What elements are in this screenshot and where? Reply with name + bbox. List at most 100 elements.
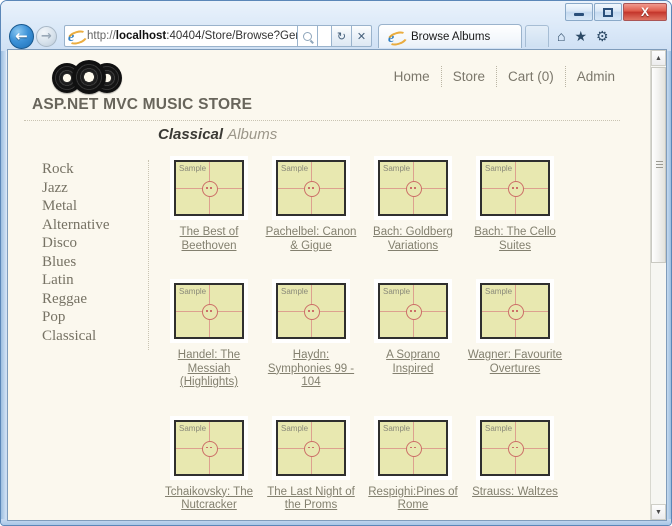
address-dropdown-button[interactable] (318, 25, 332, 47)
placeholder-caption: Sample (383, 423, 411, 433)
album-item: Sample The Best of Beethoven (159, 156, 259, 253)
address-search-button[interactable] (298, 25, 318, 47)
url-path: :40404/Store/Browse?Genre=Classical (166, 30, 297, 42)
nav-item-home[interactable]: Home (388, 66, 442, 87)
placeholder-caption: Sample (281, 164, 309, 173)
sidebar-item-metal[interactable]: Metal (42, 197, 140, 216)
album-thumbnail[interactable]: Sample (374, 156, 452, 220)
minimize-icon (574, 13, 584, 16)
sidebar-item-rock[interactable]: Rock (42, 160, 140, 179)
new-tab-button[interactable] (525, 25, 549, 47)
close-button[interactable]: X (623, 3, 667, 21)
album-title-link[interactable]: Handel: The Messiah (Highlights) (159, 349, 259, 390)
album-title-link[interactable]: A Soprano Inspired (363, 349, 463, 376)
window-controls: X (564, 3, 667, 21)
nav-item-store[interactable]: Store (442, 66, 497, 87)
nav-item-admin[interactable]: Admin (566, 66, 617, 87)
refresh-button[interactable]: ↻ (332, 25, 352, 47)
album-thumbnail[interactable]: Sample (374, 279, 452, 343)
gear-icon[interactable]: ⚙ (596, 29, 609, 43)
list-item: Reggae (42, 290, 140, 309)
album-thumbnail[interactable]: Sample (374, 415, 452, 480)
list-item: Alternative (42, 216, 140, 235)
album-thumbnail[interactable]: Sample (272, 279, 350, 343)
sidebar-item-alternative[interactable]: Alternative (42, 216, 140, 235)
placeholder-image-icon: Sample (174, 283, 244, 339)
forward-button[interactable]: → (36, 25, 57, 47)
album-thumbnail[interactable]: Sample (476, 156, 554, 220)
sidebar-item-jazz[interactable]: Jazz (42, 179, 140, 198)
album-thumbnail[interactable]: Sample (476, 279, 554, 343)
list-item: Latin (42, 271, 140, 290)
placeholder-image-icon: Sample (378, 283, 448, 339)
album-thumbnail[interactable]: Sample (272, 415, 350, 480)
placeholder-caption: Sample (281, 287, 309, 296)
scrollbar-thumb[interactable] (651, 67, 666, 263)
list-item: Jazz (42, 179, 140, 198)
address-bar[interactable]: e http://localhost:40404/Store/Browse?Ge… (64, 25, 298, 47)
list-item: Classical (42, 327, 140, 346)
album-item: Sample Strauss: Waltzes (465, 415, 565, 513)
album-title-link[interactable]: The Last Night of the Proms (261, 486, 361, 513)
placeholder-caption: Sample (383, 164, 411, 173)
web-page: ASP.NET MVC MUSIC STORE Home Store Cart … (8, 50, 651, 520)
browser-navigation-bar: ← → e http://localhost:40404/Store/Brows… (9, 23, 665, 49)
vinyl-records-logo-icon[interactable] (52, 60, 126, 94)
album-thumbnail[interactable]: Sample (272, 156, 350, 220)
sidebar-item-blues[interactable]: Blues (42, 253, 140, 272)
scroll-down-button[interactable]: ▼ (651, 504, 666, 520)
album-item: Sample Tchaikovsky: The Nutcracker (159, 415, 259, 513)
search-icon (303, 31, 312, 41)
minimize-button[interactable] (565, 3, 593, 21)
site-navigation: Home Store Cart (0) Admin (388, 66, 617, 87)
album-title-link[interactable]: Haydn: Symphonies 99 - 104 (261, 349, 361, 390)
placeholder-image-icon: Sample (174, 160, 244, 216)
close-icon: X (640, 5, 649, 19)
sidebar-item-pop[interactable]: Pop (42, 308, 140, 327)
album-thumbnail[interactable]: Sample (170, 279, 248, 343)
sidebar-item-classical[interactable]: Classical (42, 327, 140, 346)
vertical-scrollbar[interactable]: ▲ ▼ (650, 50, 666, 520)
sidebar-item-disco[interactable]: Disco (42, 234, 140, 253)
album-thumbnail[interactable]: Sample (170, 156, 248, 220)
album-title-link[interactable]: Strauss: Waltzes (465, 486, 565, 500)
album-item: Sample Handel: The Messiah (Highlights) (159, 279, 259, 390)
maximize-button[interactable] (594, 3, 622, 21)
page-title: Classical Albums (158, 126, 628, 144)
album-title-link[interactable]: Bach: The Cello Suites (465, 226, 565, 253)
nav-item-cart[interactable]: Cart (0) (497, 66, 566, 87)
sidebar-item-latin[interactable]: Latin (42, 271, 140, 290)
address-bar-url: http://localhost:40404/Store/Browse?Genr… (87, 30, 297, 42)
album-title-link[interactable]: Bach: Goldberg Variations (363, 226, 463, 253)
album-browse-panel: Classical Albums Sample The Best of Beet… (158, 126, 628, 520)
site-container: ASP.NET MVC MUSIC STORE Home Store Cart … (8, 50, 635, 511)
home-icon[interactable]: ⌂ (557, 29, 565, 43)
internet-explorer-icon: e (65, 28, 90, 46)
placeholder-image-icon: Sample (276, 419, 346, 476)
stop-button[interactable]: ✕ (352, 25, 372, 47)
album-grid: Sample The Best of Beethoven Sample Pach… (158, 156, 628, 520)
album-thumbnail[interactable]: Sample (170, 415, 248, 480)
scrollbar-grip-icon (656, 161, 663, 169)
favorites-star-icon[interactable]: ★ (574, 29, 587, 43)
site-brand-title: ASP.NET MVC MUSIC STORE (32, 96, 253, 113)
album-title-link[interactable]: Respighi:Pines of Rome (363, 486, 463, 513)
album-title-link[interactable]: The Best of Beethoven (159, 226, 259, 253)
browser-tab[interactable]: e Browse Albums (378, 24, 522, 48)
album-title-link[interactable]: Wagner: Favourite Overtures (465, 349, 565, 376)
placeholder-image-icon: Sample (378, 160, 448, 216)
placeholder-image-icon: Sample (480, 283, 550, 339)
album-thumbnail[interactable]: Sample (476, 415, 554, 480)
placeholder-caption: Sample (485, 423, 513, 433)
placeholder-image-icon: Sample (174, 419, 244, 476)
album-title-link[interactable]: Tchaikovsky: The Nutcracker (159, 486, 259, 513)
scroll-up-button[interactable]: ▲ (651, 50, 666, 66)
album-item: Sample A Soprano Inspired (363, 279, 463, 390)
tab-title: Browse Albums (411, 30, 491, 43)
album-title-link[interactable]: Pachelbel: Canon & Gigue (261, 226, 361, 253)
placeholder-caption: Sample (383, 287, 411, 296)
sidebar-item-reggae[interactable]: Reggae (42, 290, 140, 309)
browser-toolbar-icons: ⌂ ★ ⚙ (557, 29, 609, 43)
back-button[interactable]: ← (9, 23, 34, 49)
page-title-genre: Classical (158, 126, 224, 143)
